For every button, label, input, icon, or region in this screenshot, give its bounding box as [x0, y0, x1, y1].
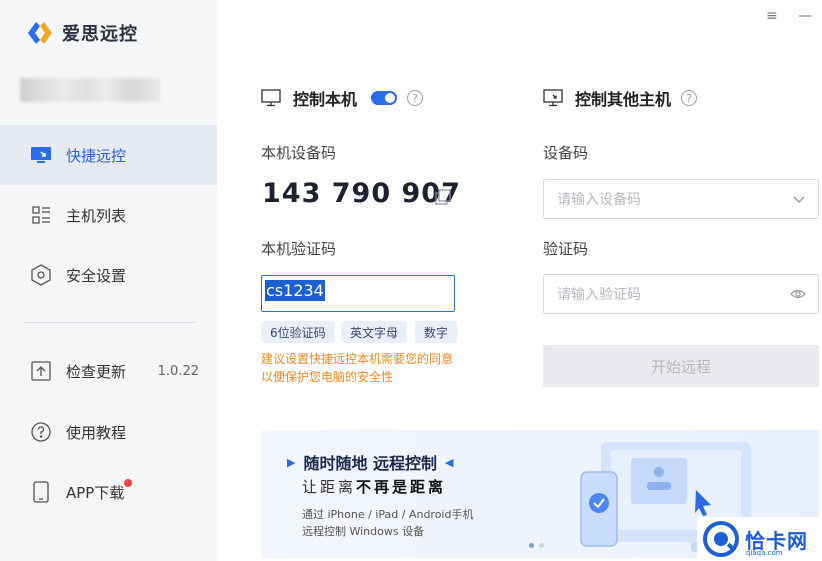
sidebar-item-label: 使用教程 — [66, 423, 127, 442]
verify-code-value: cs1234 — [265, 280, 325, 301]
app-window: 爱思远控 快捷远控 主机列表 安全设置 检查更新 1.0.22 使用教程 APP… — [0, 0, 822, 561]
triangle-right-icon: ▶ — [287, 455, 296, 469]
help-icon[interactable]: ? — [407, 90, 424, 106]
sidebar-item-quick-remote[interactable]: 快捷远控 — [0, 125, 217, 185]
sidebar-item-label: APP下载 — [66, 483, 125, 502]
verify-code-input[interactable]: cs1234 — [261, 275, 455, 312]
sidebar: 爱思远控 快捷远控 主机列表 安全设置 检查更新 1.0.22 使用教程 APP… — [0, 0, 217, 561]
tag-letters: 英文字母 — [341, 321, 408, 343]
device-code-placeholder: 请输入设备码 — [557, 192, 641, 208]
app-name: 爱思远控 — [62, 24, 138, 45]
control-local-toggle[interactable] — [371, 91, 398, 105]
menu-icon[interactable]: ≡ — [766, 8, 778, 24]
list-icon — [30, 204, 52, 226]
chevron-down-icon[interactable] — [792, 192, 806, 206]
watermark-logo-icon — [703, 521, 739, 557]
banner-line-2: 远程控制 Windows 设备 — [302, 525, 425, 538]
watermark: 恰卡网 qiaqa.com — [697, 517, 822, 561]
user-info-blurred — [20, 78, 160, 102]
monitor-remote-icon — [30, 144, 52, 166]
pagination-dot-active[interactable] — [529, 543, 534, 548]
sidebar-item-label: 安全设置 — [66, 266, 127, 285]
local-verify-code-label: 本机验证码 — [261, 240, 337, 258]
device-code-input[interactable]: 请输入设备码 — [543, 179, 819, 219]
sidebar-item-host-list[interactable]: 主机列表 — [0, 185, 217, 245]
tip-line-2: 以便保护您电脑的安全性 — [261, 370, 394, 384]
question-circle-icon — [30, 421, 52, 443]
logo-icon — [28, 22, 52, 44]
minimize-icon[interactable]: — — [798, 8, 812, 24]
banner-line-1: 通过 iPhone / iPad / Android手机 — [302, 508, 474, 521]
banner-pagination[interactable] — [529, 543, 544, 548]
verify-code-placeholder: 请输入验证码 — [557, 287, 641, 303]
tag-digits: 数字 — [415, 321, 458, 343]
sidebar-item-security[interactable]: 安全设置 — [0, 245, 217, 305]
remote-device-code-label: 设备码 — [543, 144, 589, 162]
control-local-header: 控制本机 ? — [261, 86, 424, 110]
sidebar-item-app-download[interactable]: APP下载 — [0, 462, 217, 522]
control-other-header: 控制其他主机 ? — [543, 86, 698, 110]
app-logo: 爱思远控 — [26, 20, 138, 46]
shield-hex-icon — [30, 264, 52, 286]
remote-monitor-icon — [543, 89, 563, 107]
remote-verify-code-label: 验证码 — [543, 240, 589, 258]
monitor-icon — [261, 89, 281, 107]
banner-title-text: 随时随地 远程控制 — [303, 454, 438, 473]
copy-icon[interactable] — [435, 189, 451, 205]
triangle-left-icon: ◀ — [445, 455, 454, 469]
banner-subtitle-bold: 不再是距离 — [356, 478, 447, 496]
control-local-title: 控制本机 — [293, 90, 358, 109]
phone-icon — [30, 481, 52, 503]
verify-code-remote-input[interactable]: 请输入验证码 — [543, 274, 819, 314]
tip-line-1: 建议设置快捷远控本机需要您的同意 — [261, 352, 454, 366]
sidebar-item-label: 检查更新 — [66, 362, 127, 381]
pagination-dot[interactable] — [539, 543, 544, 548]
sidebar-item-label: 快捷远控 — [66, 146, 127, 165]
sidebar-item-check-update[interactable]: 检查更新 1.0.22 — [0, 341, 217, 401]
banner-subtitle-plain: 让距离 — [302, 478, 357, 496]
sidebar-item-label: 主机列表 — [66, 206, 127, 225]
version-number: 1.0.22 — [157, 363, 199, 379]
sidebar-item-tutorial[interactable]: 使用教程 — [0, 402, 217, 462]
upload-icon — [30, 360, 52, 382]
watermark-url: qiaqa.com — [746, 549, 783, 557]
start-remote-button[interactable]: 开始远程 — [543, 345, 819, 387]
control-other-title: 控制其他主机 — [575, 90, 672, 109]
local-device-code-label: 本机设备码 — [261, 144, 337, 162]
sidebar-divider — [24, 322, 196, 323]
notification-dot — [124, 479, 132, 487]
tag-six-digit: 6位验证码 — [261, 321, 335, 343]
help-icon[interactable]: ? — [681, 90, 698, 106]
banner-title: ▶ 随时随地 远程控制 ◀ — [287, 450, 454, 474]
eye-icon[interactable] — [790, 287, 806, 301]
banner-subtitle: 让距离不再是距离 — [302, 476, 446, 497]
local-device-code: 143 790 907 — [262, 178, 461, 209]
